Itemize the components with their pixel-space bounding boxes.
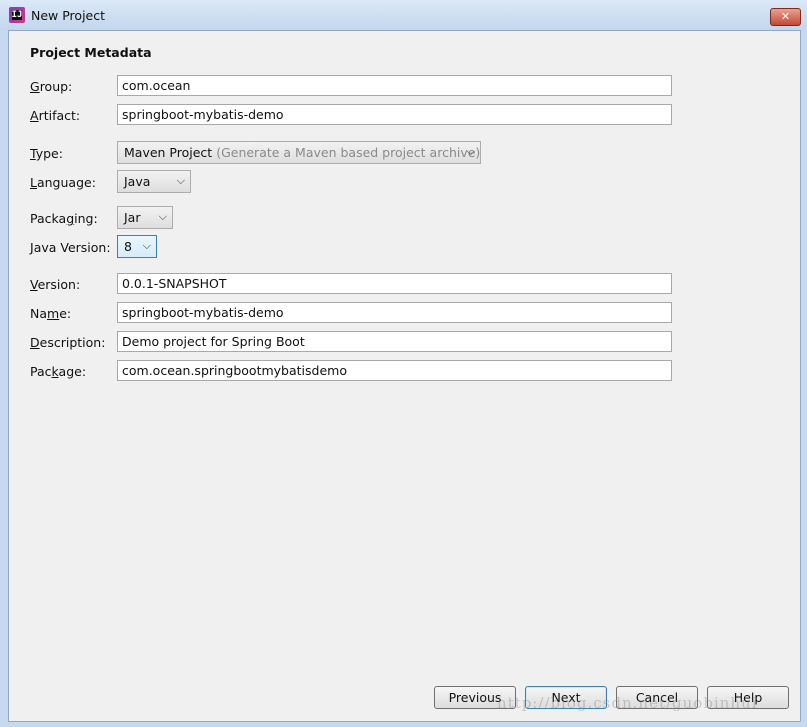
type-label: Type: (30, 146, 63, 161)
section-title: Project Metadata (30, 45, 152, 60)
type-select-value: Maven Project (124, 145, 213, 160)
version-label: Version: (30, 277, 81, 292)
artifact-label: Artifact: (30, 108, 81, 123)
chevron-down-icon: ⌵ (158, 210, 167, 223)
description-field[interactable]: Demo project for Spring Boot (117, 331, 672, 352)
packaging-label: Packaging: (30, 211, 98, 226)
close-button[interactable]: ✕ (770, 8, 801, 26)
group-field[interactable]: com.ocean (117, 75, 672, 96)
chevron-down-icon: ⌵ (176, 174, 185, 187)
type-select-hint: (Generate a Maven based project archive) (216, 145, 481, 160)
watermark: http://blog.csdn.net/guobinhui (497, 694, 758, 712)
java-version-select[interactable]: 8 ⌵ (117, 235, 157, 258)
java-version-label: Java Version: (30, 240, 111, 255)
language-select[interactable]: Java ⌵ (117, 170, 191, 193)
artifact-field[interactable]: springboot-mybatis-demo (117, 104, 672, 125)
description-label: Description: (30, 335, 106, 350)
name-field[interactable]: springboot-mybatis-demo (117, 302, 672, 323)
package-label: Package: (30, 364, 87, 379)
new-project-window: IJ New Project ✕ Project Metadata Group:… (0, 0, 807, 727)
name-label: Name: (30, 306, 72, 321)
intellij-app-icon: IJ (9, 7, 25, 23)
chevron-down-icon: ⌵ (466, 145, 475, 158)
group-label: Group: (30, 79, 73, 94)
type-select[interactable]: Maven Project (Generate a Maven based pr… (117, 141, 481, 164)
language-label: Language: (30, 175, 96, 190)
window-title: New Project (31, 8, 106, 23)
package-field[interactable]: com.ocean.springbootmybatisdemo (117, 360, 672, 381)
chevron-down-icon: ⌵ (142, 239, 151, 252)
close-icon: ✕ (780, 10, 791, 23)
title-bar[interactable]: IJ New Project ✕ (0, 0, 807, 30)
java-version-select-value: 8 (124, 239, 132, 254)
packaging-select-value: Jar (124, 210, 141, 225)
language-select-value: Java (124, 174, 151, 189)
packaging-select[interactable]: Jar ⌵ (117, 206, 173, 229)
dialog-content: Project Metadata Group: com.ocean Artifa… (8, 30, 801, 722)
version-field[interactable]: 0.0.1-SNAPSHOT (117, 273, 672, 294)
